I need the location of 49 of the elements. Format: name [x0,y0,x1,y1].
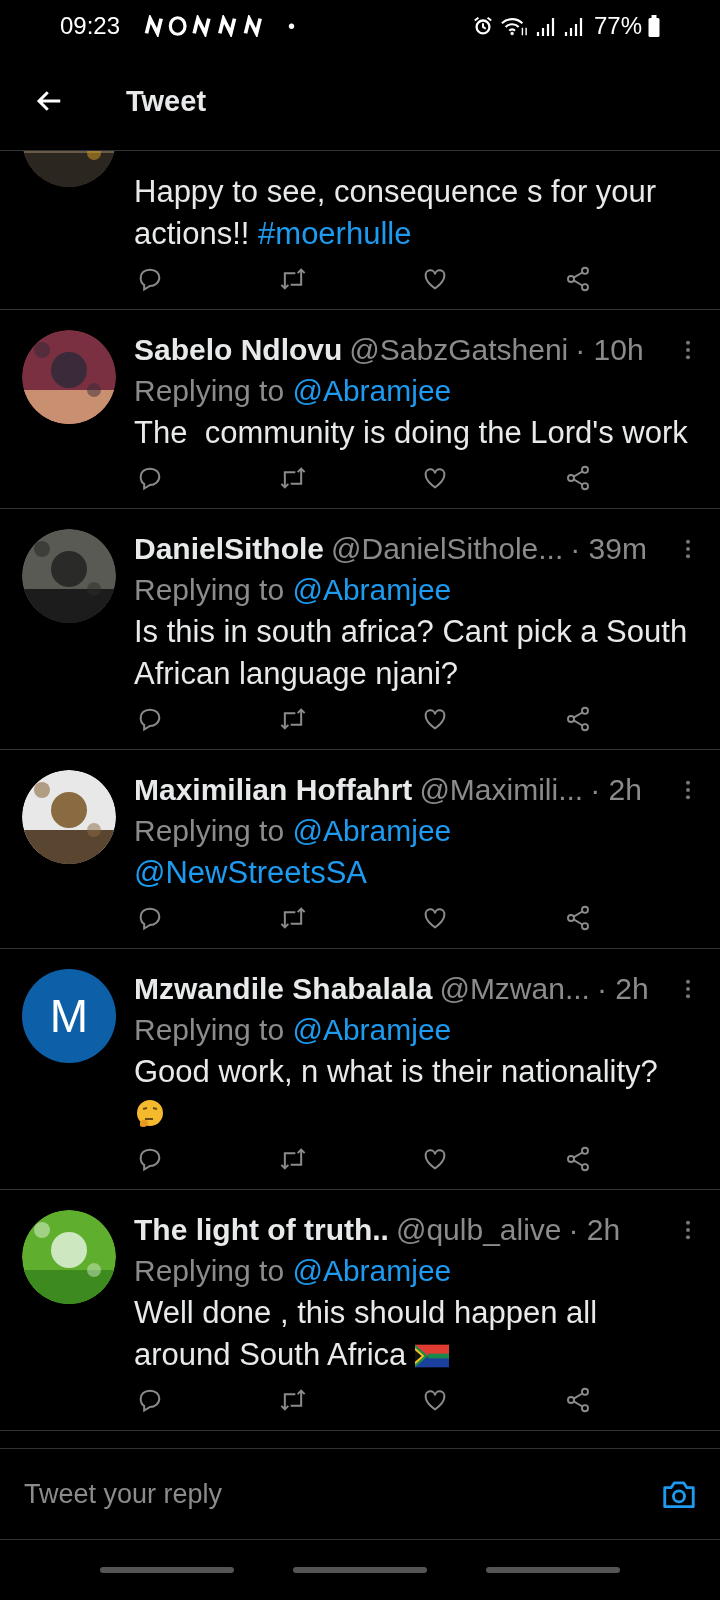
user-handle[interactable]: @DanielSithole... [331,532,564,566]
replying-label: Replying to [134,814,285,847]
battery-icon [648,14,660,38]
replying-label: Replying to [134,573,285,606]
more-icon[interactable] [684,1219,692,1241]
more-icon[interactable] [684,978,692,1000]
user-handle[interactable]: @Mzwan... [439,972,590,1006]
user-handle[interactable]: @qulb_alive [395,1213,562,1247]
mention-link[interactable]: @Abramjee [292,814,452,847]
tweet-text: Is this in south africa? Cant pick a South African language njani? [134,613,689,693]
user-name[interactable]: Maximilian Hoffahrt [134,773,413,807]
tweet-link[interactable]: #moerhulle [258,216,412,251]
mention-link[interactable]: @Abramjee [292,374,452,407]
page-title: Tweet [126,84,207,118]
status-time: 09:23 [60,12,121,40]
more-icon[interactable] [684,779,692,801]
tweet-time: · 10h [575,333,644,367]
user-name[interactable]: DanielSithole [134,532,325,566]
tweet-text: Good work, n what is their nationality? [134,1051,692,1135]
user-name[interactable]: Mzwandile Shabalala [134,972,433,1006]
tweet-text: The community is doing the Lord's work [134,414,689,452]
tweet-text: Happy to see, consequence s for your actions!! #moerhulle [134,173,658,253]
user-name[interactable]: The light of truth.. [134,1213,389,1247]
user-handle[interactable]: @SabzGatsheni [349,333,569,367]
user-handle[interactable]: @Maximili... [419,773,584,807]
more-icon[interactable] [684,538,692,560]
mention-link[interactable]: @Abramjee [292,1254,452,1287]
tweet-time: · 2h [568,1213,621,1247]
tweet-time: · 2h [590,773,642,807]
mention-link[interactable]: @Abramjee [292,573,452,606]
mention-link[interactable]: @Abramjee [292,1013,452,1046]
battery-percent: 77% [593,12,642,40]
notification-dot: • [288,14,296,38]
more-icon[interactable] [684,339,692,361]
tweet-text: Well done , this should happen all around South Africa [134,1294,599,1374]
flag-icon [414,1344,449,1368]
user-name[interactable]: Sabelo Ndlovu [134,333,343,367]
nav-handle[interactable] [293,1567,427,1573]
tweet-time: · 2h [596,972,649,1006]
tweet-time: · 39m [570,532,647,566]
replying-label: Replying to [134,374,285,407]
reply-field[interactable]: Tweet your reply [22,1477,660,1511]
avatar[interactable]: M [22,969,116,1063]
nav-handle[interactable] [99,1567,234,1573]
tweet-link[interactable]: @NewStreetsSA [134,855,368,890]
nav-handle[interactable] [486,1567,621,1573]
thinking-emoji-icon [134,1098,166,1130]
replying-label: Replying to [134,1254,285,1287]
replying-label: Replying to [134,1013,285,1046]
